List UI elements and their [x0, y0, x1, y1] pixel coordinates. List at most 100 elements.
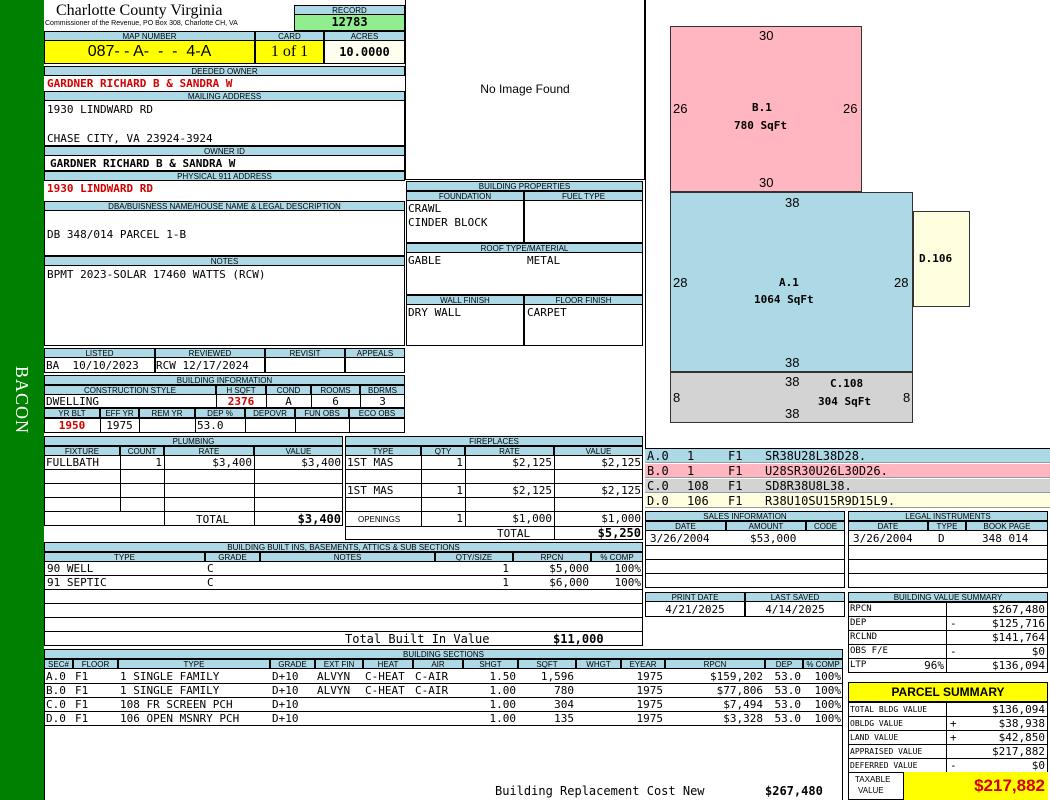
vector-sec: C.0 — [647, 479, 669, 493]
bl-total-label: Total Built In Value — [345, 632, 490, 646]
sections-total-label: Building Replacement Cost New — [495, 784, 705, 798]
sec-row-1-type: 1 SINGLE FAMILY — [120, 670, 220, 683]
bi-h-effyr: EFF YR — [100, 408, 139, 418]
bl-rpcn-1: $5,000 — [549, 562, 589, 575]
sec-row-1-ext: ALVYN — [317, 670, 351, 683]
bi-hsqft: 2376 — [227, 395, 255, 408]
fp-value-1: $2,125 — [601, 456, 641, 469]
fp-rate-2: $2,125 — [512, 484, 552, 497]
county-title: Charlotte County Virginia — [56, 2, 223, 19]
vector-path: R38U10SU15R9D15L9. — [765, 494, 896, 508]
sec-row-4-comp: 100% — [814, 712, 842, 725]
fp-openings-qty: 1 — [456, 512, 463, 525]
sec-row-2-heat: C-HEAT — [365, 684, 405, 697]
sec-row-2-air: C-AIR — [415, 684, 449, 697]
ps-value: $42,850 — [998, 731, 1045, 744]
vs-value: $136,094 — [992, 659, 1045, 672]
vs-key: DEP — [850, 618, 867, 628]
vs-sign: - — [950, 617, 957, 630]
last-saved: 4/14/2025 — [765, 603, 825, 616]
bi-bdrms: 3 — [379, 395, 386, 408]
vector-n: 1 — [687, 464, 695, 478]
sketch-b-right: 26 — [843, 101, 858, 116]
sec-row-3-shgt: 1.00 — [489, 698, 517, 711]
building-props-label: BUILDING PROPERTIES — [406, 181, 643, 191]
bl-type-2: 91 SEPTIC — [47, 576, 107, 589]
sketch-c-right: 8 — [903, 390, 911, 405]
sec-row-4-rpcn: $3,328 — [723, 712, 763, 725]
vector-sec: D.0 — [647, 494, 669, 508]
taxable-label-2: VALUE — [858, 786, 884, 795]
bl-total: $11,000 — [553, 632, 604, 646]
sketch-b-name: B.1 — [752, 101, 772, 114]
sketch-b-left: 26 — [673, 101, 688, 116]
deeded-owner-label: DEEDED OWNER — [44, 66, 405, 76]
vs-value: $0 — [1031, 645, 1045, 658]
roof-type: GABLE — [408, 254, 442, 267]
taxable-label-1: TAXABLE — [855, 775, 891, 784]
side-label: BACON — [12, 365, 32, 434]
sec-row-4-floor: F1 — [75, 712, 89, 725]
sec-row-4-grade: D+10 — [272, 712, 299, 725]
appeals-box — [345, 357, 405, 373]
vector-path: SR38U28L38D28. — [765, 449, 867, 463]
ps-key: OBLDG VALUE — [850, 719, 903, 728]
bi-h-remyr: REM YR — [139, 408, 195, 418]
bi-cond: A — [285, 395, 292, 408]
vector-f: F1 — [728, 494, 743, 508]
sections-total: $267,480 — [765, 784, 823, 798]
sec-row-3-floor: F1 — [75, 698, 89, 711]
vector-sec: A.0 — [647, 449, 669, 463]
notes-value: BPMT 2023-SOLAR 17460 WATTS (RCW) — [47, 268, 266, 281]
bi-h-ecoobs: ECO OBS — [349, 408, 405, 418]
pl-count: 1 — [155, 456, 162, 469]
ps-value: $0 — [1031, 759, 1045, 772]
vector-n: 1 — [687, 449, 695, 463]
ps-value: $217,882 — [992, 745, 1045, 758]
fp-openings-value: $1,000 — [601, 512, 641, 525]
foundation-2: CINDER BLOCK — [408, 216, 488, 229]
vector-sec: B.0 — [647, 464, 669, 478]
bl-comp-2: 100% — [614, 576, 642, 589]
sec-row-1-dep: 53.0 — [774, 670, 802, 683]
ps-sign: - — [950, 759, 957, 772]
print-date: 4/21/2025 — [665, 603, 725, 616]
county-subtitle: Commissioner of the Revenue, PO Box 308,… — [45, 20, 238, 27]
ps-key: TOTAL BLDG VALUE — [850, 705, 928, 714]
pl-rate: $3,400 — [212, 456, 252, 469]
revisit-box — [265, 357, 345, 373]
vector-n: 108 — [687, 479, 709, 493]
sec-row-4-sqft: 135 — [554, 712, 574, 725]
vector-f: F1 — [728, 449, 743, 463]
listed-value: BA 10/10/2023 — [46, 359, 139, 372]
sec-row-1-eyear: 1975 — [636, 670, 664, 683]
physical-address: 1930 LINDWARD RD — [47, 182, 153, 195]
sec-row-2-floor: F1 — [75, 684, 89, 697]
sec-row-2-grade: D+10 — [272, 684, 299, 697]
vs-key: RCLND — [850, 632, 878, 642]
sales-amount: $53,000 — [750, 532, 797, 545]
plumbing-label: PLUMBING — [44, 436, 343, 446]
sec-row-3-comp: 100% — [814, 698, 842, 711]
fuel-box — [524, 200, 643, 243]
fp-openings-rate: $1,000 — [512, 512, 552, 525]
building-info-label: BUILDING INFORMATION — [44, 375, 405, 385]
vs-key: LTP — [850, 660, 867, 670]
taxable-value: $217,882 — [903, 772, 1048, 800]
sales-date: 3/26/2004 — [650, 532, 710, 545]
floor-finish: CARPET — [527, 306, 567, 319]
sketch-b-area: 780 SqFt — [734, 119, 787, 132]
pl-total: $3,400 — [297, 512, 341, 526]
map-number: 087- - A- - - 4-A — [44, 40, 255, 64]
vs-sign: - — [950, 645, 957, 658]
vs-value: $267,480 — [992, 603, 1045, 616]
ps-key: LAND VALUE — [850, 733, 899, 742]
legal-type: D — [938, 532, 945, 545]
owner-id: GARDNER RICHARD B & SANDRA W — [50, 157, 236, 170]
sec-row-1-sqft: 1,596 — [540, 670, 574, 683]
bl-type-1: 90 WELL — [47, 562, 94, 575]
vector-f: F1 — [728, 464, 743, 478]
acres-value: 10.0000 — [324, 40, 405, 64]
deeded-owner: GARDNER RICHARD B & SANDRA W — [47, 77, 233, 90]
sec-row-4-shgt: 1.00 — [489, 712, 517, 725]
